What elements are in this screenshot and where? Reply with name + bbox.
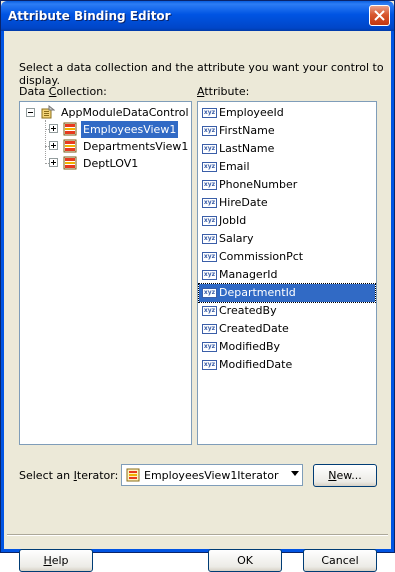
frame-right xyxy=(391,31,394,552)
attribute-item-label: HireDate xyxy=(219,196,268,209)
label-part: ttribute: xyxy=(204,85,250,98)
data-collection-label: Data Collection: xyxy=(19,85,107,98)
attribute-type-icon: xyz xyxy=(202,144,217,154)
expand-toggle[interactable] xyxy=(49,141,58,150)
attribute-type-icon: xyz xyxy=(202,216,217,226)
attribute-type-icon: xyz xyxy=(202,270,217,280)
attribute-item-modifieddate[interactable]: xyz ModifiedDate xyxy=(199,356,375,374)
label-part: ollection: xyxy=(56,85,107,98)
attribute-item-modifiedby[interactable]: xyz ModifiedBy xyxy=(199,338,375,356)
expand-toggle[interactable] xyxy=(49,124,58,133)
label-part: terator: xyxy=(76,469,119,482)
tree-connector xyxy=(45,120,46,160)
attribute-list[interactable]: xyz EmployeeId xyz FirstName xyz LastName x… xyxy=(197,101,377,445)
attribute-type-icon: xyz xyxy=(202,288,217,298)
button-label: OK xyxy=(237,554,253,567)
attribute-item-label: LastName xyxy=(219,142,275,155)
iterator-label: Select an Iterator: xyxy=(19,469,118,482)
close-button[interactable] xyxy=(369,5,390,26)
attribute-item-label: DepartmentId xyxy=(219,286,296,299)
attribute-item-label: EmployeeId xyxy=(219,106,284,119)
divider xyxy=(7,534,388,536)
attribute-item-label: Salary xyxy=(219,232,254,245)
attribute-item-createdby[interactable]: xyz CreatedBy xyxy=(199,302,375,320)
attribute-item-lastname[interactable]: xyz LastName xyxy=(199,140,375,158)
close-icon xyxy=(374,10,385,21)
tree-root-label[interactable]: AppModuleDataControl xyxy=(59,104,191,121)
help-button[interactable]: Help xyxy=(19,549,93,572)
label-part: Select an xyxy=(19,469,74,482)
attribute-type-icon: xyz xyxy=(202,126,217,136)
attribute-item-label: CreatedBy xyxy=(219,304,277,317)
attribute-item-phonenumber[interactable]: xyz PhoneNumber xyxy=(199,176,375,194)
attribute-type-icon: xyz xyxy=(202,360,217,370)
attribute-item-hiredate[interactable]: xyz HireDate xyxy=(199,194,375,212)
collapse-toggle[interactable] xyxy=(26,108,35,117)
attribute-type-icon: xyz xyxy=(202,342,217,352)
iterator-icon xyxy=(126,468,140,482)
attribute-type-icon: xyz xyxy=(202,162,217,172)
label-part: Data xyxy=(19,85,49,98)
title-bar[interactable]: Attribute Binding Editor xyxy=(1,1,394,31)
attribute-item-label: JobId xyxy=(219,214,247,227)
dialog-window: Attribute Binding Editor Select a data c… xyxy=(0,0,395,572)
attribute-item-label: Email xyxy=(219,160,250,173)
attribute-type-icon: xyz xyxy=(202,198,217,208)
attribute-type-icon: xyz xyxy=(202,324,217,334)
attribute-label: Attribute: xyxy=(197,85,249,98)
view-object-icon xyxy=(63,139,77,153)
attribute-item-employeeid[interactable]: xyz EmployeeId xyxy=(199,104,375,122)
attribute-item-label: CreatedDate xyxy=(219,322,289,335)
attribute-item-label: FirstName xyxy=(219,124,275,137)
attribute-item-salary[interactable]: xyz Salary xyxy=(199,230,375,248)
attribute-type-icon: xyz xyxy=(202,180,217,190)
attribute-item-managerid[interactable]: xyz ManagerId xyxy=(199,266,375,284)
attribute-type-icon: xyz xyxy=(202,234,217,244)
data-control-icon xyxy=(41,105,55,119)
iterator-select[interactable]: EmployeesView1Iterator xyxy=(121,464,303,486)
attribute-item-label: CommissionPct xyxy=(219,250,304,263)
data-collection-tree[interactable]: AppModuleDataControl EmployeesView1 Depa… xyxy=(19,101,192,445)
button-mnemonic: H xyxy=(43,554,52,567)
tree-node-deptlov1[interactable]: DeptLOV1 xyxy=(81,155,140,172)
attribute-item-label: ModifiedBy xyxy=(219,340,280,353)
attribute-item-commissionpct[interactable]: xyz CommissionPct xyxy=(199,248,375,266)
view-object-icon xyxy=(63,122,77,136)
attribute-item-label: ModifiedDate xyxy=(219,358,293,371)
attribute-item-createddate[interactable]: xyz CreatedDate xyxy=(199,320,375,338)
attribute-item-label: ManagerId xyxy=(219,268,278,281)
attribute-type-icon: xyz xyxy=(202,306,217,316)
ok-button[interactable]: OK xyxy=(208,549,282,572)
attribute-item-firstname[interactable]: xyz FirstName xyxy=(199,122,375,140)
attribute-item-departmentid[interactable]: xyz DepartmentId xyxy=(198,283,376,303)
window-title: Attribute Binding Editor xyxy=(8,9,171,23)
expand-toggle[interactable] xyxy=(49,158,58,167)
iterator-value: EmployeesView1Iterator xyxy=(144,469,279,482)
attribute-type-icon: xyz xyxy=(202,108,217,118)
dialog-content: Select a data collection and the attribu… xyxy=(4,31,391,572)
tree-node-departmentsview1[interactable]: DepartmentsView1 xyxy=(81,138,190,155)
tree-node-employeesview1[interactable]: EmployeesView1 xyxy=(81,121,179,138)
attribute-item-label: PhoneNumber xyxy=(219,178,298,191)
new-button[interactable]: New... xyxy=(313,464,377,487)
attribute-type-icon: xyz xyxy=(202,252,217,262)
cancel-button[interactable]: Cancel xyxy=(303,549,377,572)
attribute-item-email[interactable]: xyz Email xyxy=(199,158,375,176)
attribute-item-jobid[interactable]: xyz JobId xyxy=(199,212,375,230)
button-label: elp xyxy=(51,554,69,567)
button-label: ew... xyxy=(336,469,362,482)
chevron-down-icon[interactable] xyxy=(291,471,299,476)
view-object-icon xyxy=(63,156,77,170)
button-label: Cancel xyxy=(321,554,359,567)
instruction-text: Select a data collection and the attribu… xyxy=(19,61,384,87)
